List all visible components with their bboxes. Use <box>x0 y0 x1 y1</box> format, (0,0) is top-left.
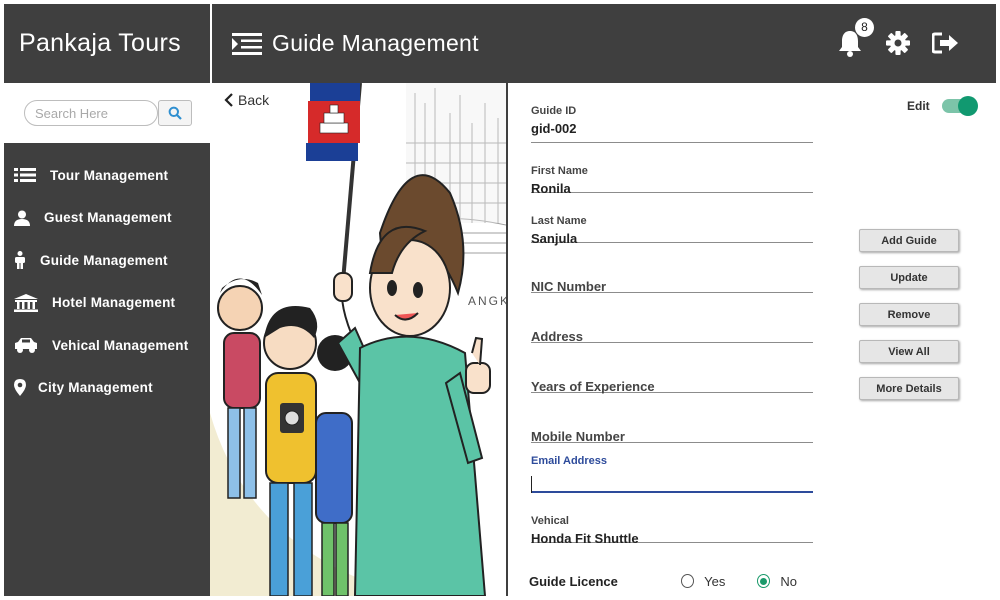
tour-guide-illustration: ANGK <box>210 83 506 596</box>
gear-icon <box>886 31 910 55</box>
guide-form: Guide ID gid-002 First Name Ronila Last … <box>531 83 813 546</box>
sidebar-item-vehical-management[interactable]: Vehical Management <box>4 324 210 367</box>
add-guide-button[interactable]: Add Guide <box>859 229 959 252</box>
page-header: Guide Management <box>232 4 479 83</box>
guide-id-value: gid-002 <box>531 121 577 136</box>
logout-button[interactable] <box>932 28 960 58</box>
remove-button[interactable]: Remove <box>859 303 959 326</box>
email-address-label: Email Address <box>531 455 608 467</box>
back-label: Back <box>238 92 270 108</box>
guide-id-field[interactable]: Guide ID gid-002 <box>531 83 813 143</box>
toggle-knob <box>957 96 978 116</box>
bank-icon <box>14 293 40 312</box>
search-icon <box>168 106 182 120</box>
edit-label: Edit <box>907 99 930 113</box>
top-icons: 8 <box>836 18 960 58</box>
chevron-left-icon <box>224 93 233 107</box>
sidebar-item-label: City Management <box>38 380 153 396</box>
licence-no-radio[interactable] <box>757 574 771 588</box>
more-details-button[interactable]: More Details <box>859 377 959 400</box>
licence-no-label: No <box>780 573 797 589</box>
address-field[interactable]: Address <box>531 293 813 344</box>
sidebar-item-hotel-management[interactable]: Hotel Management <box>4 282 210 325</box>
sidebar-item-guide-management[interactable]: Guide Management <box>4 239 210 282</box>
vehical-value: Honda Fit Shuttle <box>531 531 639 546</box>
user-icon <box>14 210 40 226</box>
notification-button[interactable]: 8 <box>836 18 874 58</box>
search-button[interactable] <box>158 100 192 126</box>
sidebar-item-label: Guide Management <box>40 252 168 268</box>
sidebar-item-label: Guest Management <box>44 210 172 226</box>
update-button[interactable]: Update <box>859 266 959 289</box>
menu-list-icon[interactable] <box>232 32 262 55</box>
person-icon <box>14 251 40 270</box>
content-divider <box>506 83 508 596</box>
page-title: Guide Management <box>272 30 479 56</box>
sidebar-item-city-management[interactable]: City Management <box>4 367 210 410</box>
first-name-label: First Name <box>531 165 588 177</box>
sidebar: Tour Management Guest Management Guide M… <box>4 83 210 596</box>
action-buttons: Add Guide Update Remove View All More De… <box>859 229 959 400</box>
text-caret <box>531 476 532 493</box>
first-name-field[interactable]: First Name Ronila <box>531 143 813 196</box>
mobile-number-field[interactable]: Mobile Number <box>531 393 813 444</box>
settings-button[interactable] <box>884 28 912 58</box>
notification-badge: 8 <box>855 18 874 37</box>
list-icon <box>14 168 40 183</box>
experience-placeholder: Years of Experience <box>531 379 655 394</box>
sign-out-icon <box>932 32 958 54</box>
edit-toggle-group: Edit <box>907 96 978 116</box>
sidebar-item-guest-management[interactable]: Guest Management <box>4 197 210 240</box>
sidebar-item-label: Hotel Management <box>52 295 176 311</box>
top-bar: Pankaja Tours Guide Management 8 <box>4 4 996 83</box>
sidebar-item-label: Vehical Management <box>52 337 189 353</box>
search-input[interactable] <box>24 100 158 126</box>
licence-yes-label: Yes <box>704 573 726 589</box>
car-icon <box>14 337 40 354</box>
email-address-field[interactable]: Email Address <box>531 443 813 493</box>
vehical-field[interactable]: Vehical Honda Fit Shuttle <box>531 493 813 546</box>
guide-licence-group: Guide Licence Yes No <box>529 570 829 592</box>
sidebar-item-label: Tour Management <box>50 167 169 183</box>
vehical-label: Vehical <box>531 515 569 527</box>
view-all-button[interactable]: View All <box>859 340 959 363</box>
edit-toggle[interactable] <box>941 96 978 116</box>
sidebar-nav: Tour Management Guest Management Guide M… <box>4 154 210 409</box>
licence-yes-radio[interactable] <box>681 574 695 588</box>
last-name-label: Last Name <box>531 215 587 227</box>
brand-divider <box>210 4 212 83</box>
guide-licence-label: Guide Licence <box>529 573 618 589</box>
app-window: Pankaja Tours Guide Management 8 Search … <box>4 4 996 596</box>
nic-number-placeholder: NIC Number <box>531 279 607 294</box>
map-marker-icon <box>14 379 40 397</box>
back-link[interactable]: Back <box>224 92 269 108</box>
experience-field[interactable]: Years of Experience <box>531 343 813 394</box>
last-name-field[interactable]: Last Name Sanjula <box>531 193 813 246</box>
guide-id-label: Guide ID <box>531 105 577 117</box>
svg-text:ANGK: ANGK <box>468 294 506 308</box>
address-placeholder: Address <box>531 329 584 344</box>
nic-number-field[interactable]: NIC Number <box>531 243 813 294</box>
sidebar-item-tour-management[interactable]: Tour Management <box>4 154 210 197</box>
mobile-number-placeholder: Mobile Number <box>531 429 625 444</box>
search-panel <box>4 83 210 143</box>
brand-title: Pankaja Tours <box>19 29 181 57</box>
